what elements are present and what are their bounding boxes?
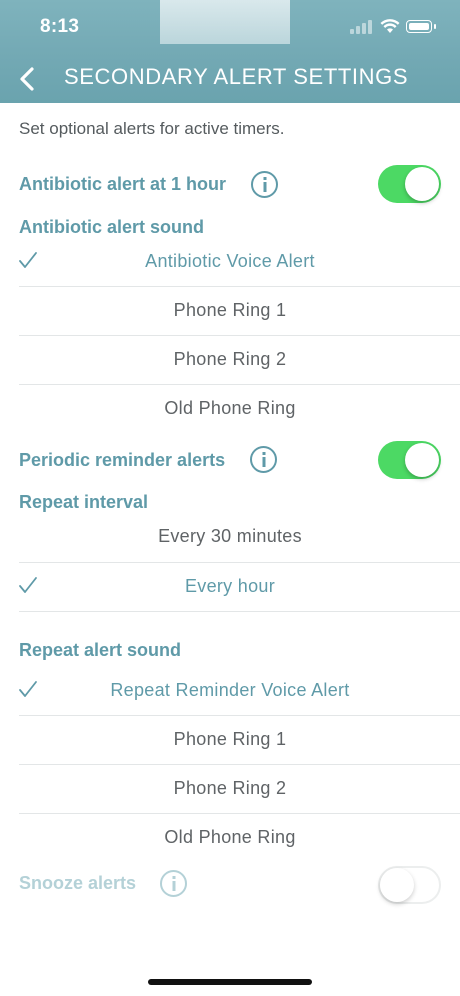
info-glyph-icon [172, 876, 175, 891]
option-label: Antibiotic Voice Alert [145, 251, 315, 271]
antibiotic-sound-label: Antibiotic alert sound [19, 217, 205, 237]
toggle-knob [405, 167, 439, 201]
repeat-interval-option[interactable]: Every 30 minutes [0, 512, 460, 561]
divider [19, 611, 460, 612]
status-bar-icons [350, 18, 440, 36]
option-label: Old Phone Ring [164, 398, 296, 418]
checkmark-icon [19, 681, 37, 697]
repeat-sound-option[interactable]: Phone Ring 2 [0, 764, 460, 813]
header-background-light [160, 0, 290, 44]
page-title: SECONDARY ALERT SETTINGS [64, 64, 409, 89]
antibiotic-sound-option[interactable]: Phone Ring 2 [0, 335, 460, 384]
repeat-sound-option[interactable]: Old Phone Ring [0, 813, 460, 862]
battery-icon [406, 20, 436, 33]
nav-header: 8:13 SECONDARY ALERT SETTINGS [0, 0, 460, 103]
antibiotic-sound-option[interactable]: Old Phone Ring [0, 384, 460, 433]
antibiotic-alert-label: Antibiotic alert at 1 hour [19, 174, 227, 194]
periodic-reminder-label: Periodic reminder alerts [19, 450, 226, 470]
info-glyph-icon [262, 452, 265, 467]
info-glyph-icon [263, 177, 266, 192]
chevron-left-icon [20, 67, 34, 91]
repeat-sound-option[interactable]: Repeat Reminder Voice Alert [0, 666, 460, 715]
wifi-icon [380, 19, 400, 33]
home-indicator[interactable] [148, 979, 312, 985]
snooze-alerts-label: Snooze alerts [19, 873, 137, 893]
option-label: Every hour [184, 576, 276, 596]
status-bar-time: 8:13 [40, 16, 80, 37]
antibiotic-sound-option[interactable]: Antibiotic Voice Alert [0, 237, 460, 286]
option-label: Repeat Reminder Voice Alert [110, 680, 350, 700]
option-label: Phone Ring 1 [173, 729, 287, 749]
option-label: Every 30 minutes [158, 526, 302, 546]
back-button[interactable] [12, 62, 42, 96]
option-label: Phone Ring 2 [173, 778, 287, 798]
cellular-signal-icon [350, 18, 374, 34]
option-label: Phone Ring 2 [173, 349, 287, 369]
antibiotic-sound-option[interactable]: Phone Ring 1 [0, 286, 460, 335]
snooze-info-icon[interactable] [160, 870, 187, 897]
snooze-alerts-toggle[interactable] [378, 866, 441, 904]
repeat-interval-label: Repeat interval [19, 492, 149, 512]
toggle-knob [405, 443, 439, 477]
periodic-reminder-toggle[interactable] [378, 441, 441, 479]
page-subtitle: Set optional alerts for active timers. [19, 119, 285, 138]
antibiotic-info-icon[interactable] [251, 171, 278, 198]
repeat-sound-label: Repeat alert sound [19, 640, 182, 660]
checkmark-icon [19, 252, 37, 268]
repeat-interval-option[interactable]: Every hour [0, 562, 460, 611]
repeat-sound-option[interactable]: Phone Ring 1 [0, 715, 460, 764]
option-label: Phone Ring 1 [173, 300, 287, 320]
option-label: Old Phone Ring [164, 827, 296, 847]
toggle-knob [380, 868, 414, 902]
antibiotic-alert-toggle[interactable] [378, 165, 441, 203]
checkmark-icon [19, 577, 37, 593]
periodic-info-icon[interactable] [250, 446, 277, 473]
